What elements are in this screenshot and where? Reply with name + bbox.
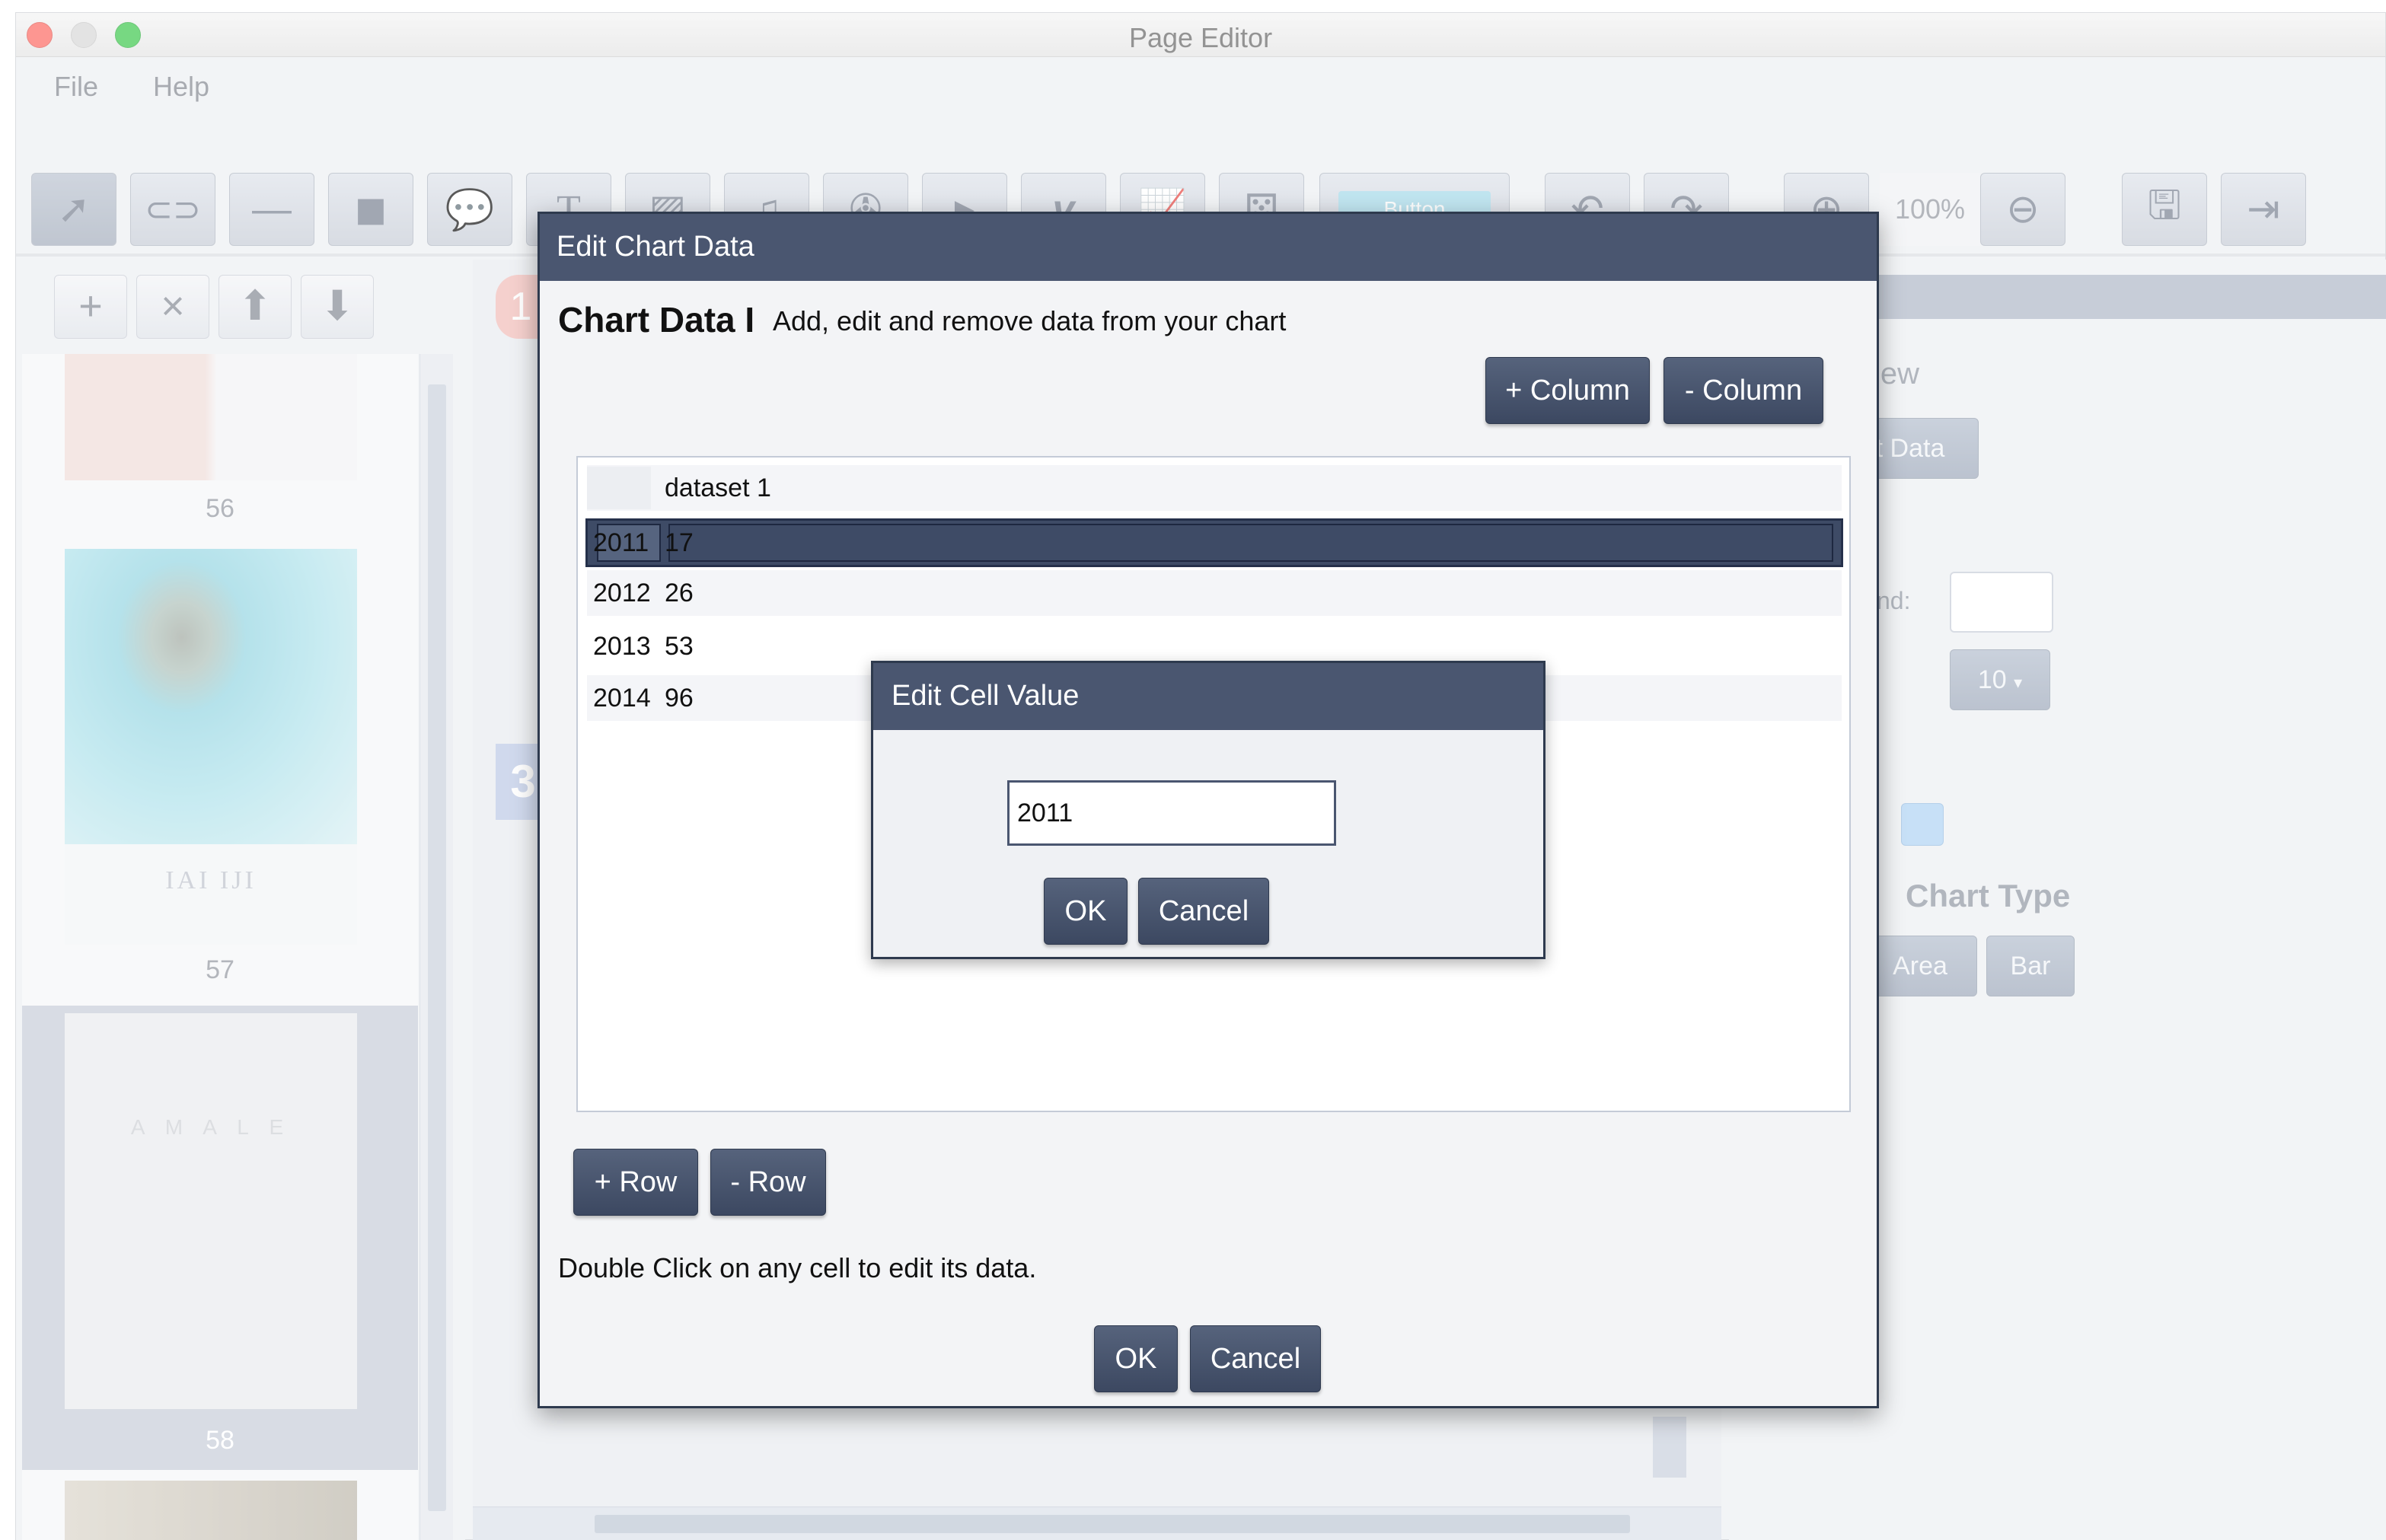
cell-value-input[interactable] — [1007, 780, 1336, 846]
dialog-subheading: Add, edit and remove data from your char… — [773, 305, 1287, 336]
dialog-heading: Chart Data I — [558, 300, 755, 340]
cell-cancel-button[interactable]: Cancel — [1138, 878, 1269, 945]
cell-ok-button[interactable]: OK — [1044, 878, 1128, 945]
edit-cell-value-dialog: Edit Cell Value OK Cancel — [871, 661, 1545, 959]
dialog-titlebar: Edit Chart Data — [540, 214, 1877, 281]
cancel-button[interactable]: Cancel — [1190, 1325, 1321, 1392]
table-header-cell[interactable]: dataset 1 — [659, 467, 1839, 509]
add-column-button[interactable]: + Column — [1485, 357, 1650, 424]
remove-row-button[interactable]: - Row — [710, 1149, 826, 1216]
table-cell[interactable]: 2012 — [587, 572, 651, 614]
cell-dialog-titlebar: Edit Cell Value — [873, 663, 1543, 730]
dialog-title: Edit Chart Data — [557, 231, 754, 263]
ok-button[interactable]: OK — [1094, 1325, 1178, 1392]
table-header-cell[interactable] — [587, 467, 651, 509]
table-cell[interactable]: 2011 — [587, 521, 651, 564]
table-cell[interactable]: 2013 — [587, 625, 651, 668]
table-cell[interactable]: 26 — [659, 572, 963, 614]
table-cell[interactable]: 2014 — [587, 677, 651, 719]
help-text: Double Click on any cell to edit its dat… — [558, 1252, 1037, 1283]
remove-column-button[interactable]: - Column — [1664, 357, 1823, 424]
add-row-button[interactable]: + Row — [573, 1149, 698, 1216]
cell-dialog-title: Edit Cell Value — [892, 680, 1080, 712]
table-cell[interactable]: 17 — [659, 521, 963, 564]
